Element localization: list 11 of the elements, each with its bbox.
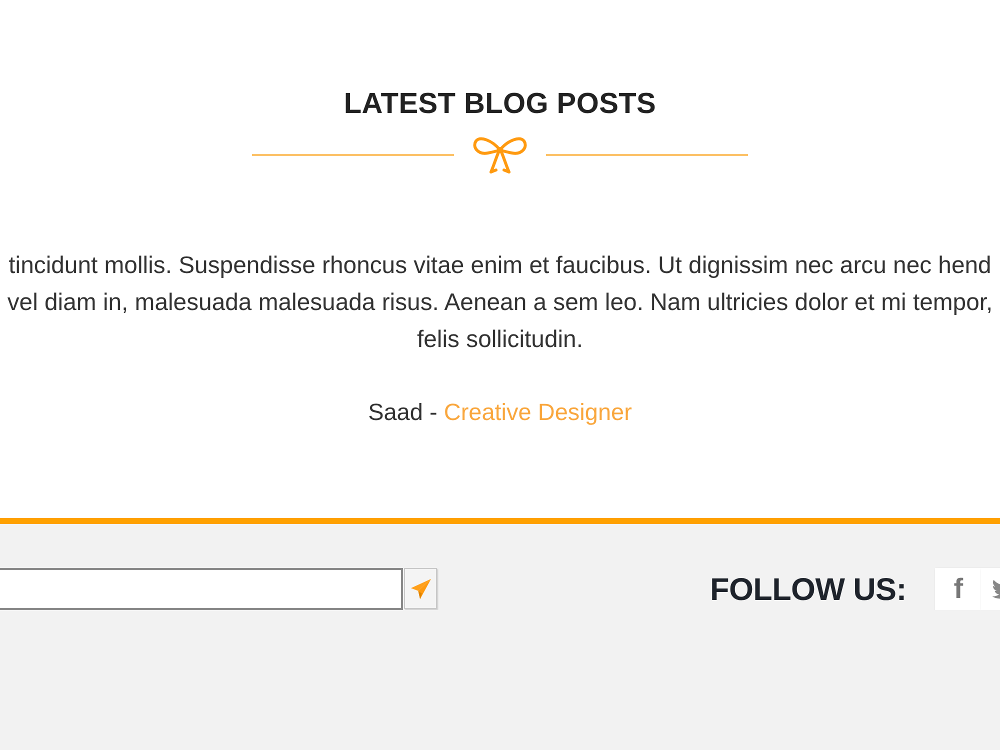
bow-icon (472, 136, 528, 174)
section-heading: LATEST BLOG POSTS (342, 87, 658, 122)
separator-text: - (429, 399, 438, 425)
social-button[interactable]: f (935, 568, 982, 610)
send-button[interactable] (404, 568, 437, 609)
author-role: Creative Designer (444, 399, 632, 425)
author-name: Saad (368, 399, 423, 425)
testimonial-text: tincidunt mollis. Suspendisse rhoncus vitae enim et faucibus. Ut dignissim nec arcu nec hend vel diam in, malesuada malesuada risus. Aenean a sem leo. Nam ultricies dolor et mi tempor, felis sollicitudin. (6, 251, 994, 355)
follow-us-heading: FOLLOW US: (710, 570, 906, 609)
newsletter-input[interactable] (0, 568, 403, 610)
paper-plane-icon (410, 578, 432, 600)
